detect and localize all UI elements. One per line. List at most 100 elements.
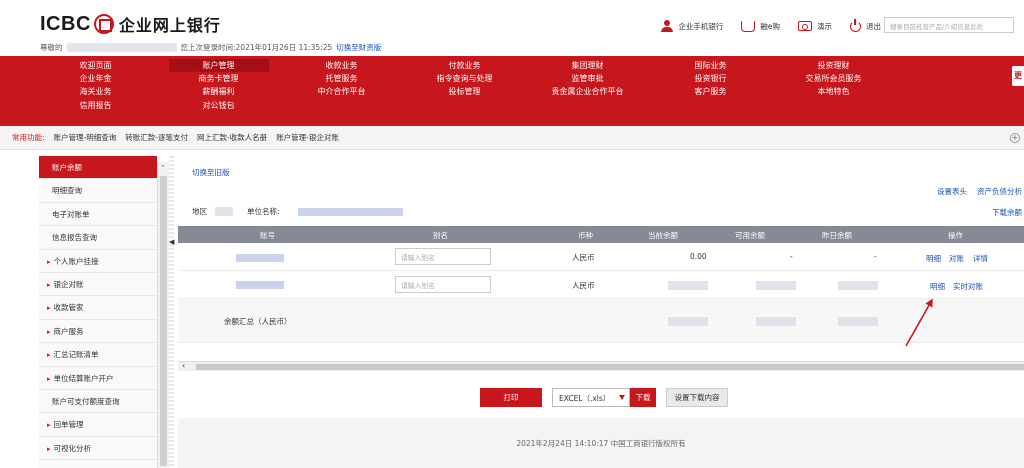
demo-link[interactable]: 演示 xyxy=(798,21,832,32)
nav-item[interactable]: 投标管理 xyxy=(403,85,526,98)
nav-item[interactable]: 国际业务 xyxy=(649,59,772,72)
details-link[interactable]: 详情 xyxy=(973,253,988,264)
nav-item[interactable]: 商务卡管理 xyxy=(157,72,280,85)
format-select[interactable]: EXCEL（.xls） xyxy=(552,388,630,407)
page-footer: 2021年2月24日 14:10:17 中国工商银行版权所有 xyxy=(178,418,1024,468)
nav-item[interactable]: 账户管理 xyxy=(168,59,269,73)
sidebar-item[interactable]: 可视化分析 xyxy=(39,436,157,461)
brand-text: ICBC xyxy=(40,12,91,35)
bank-logo[interactable]: ICBC 企业网上银行 xyxy=(40,12,221,36)
top-links: 企业手机银行 融e购 演示 退出 xyxy=(661,18,881,32)
sidebar-item[interactable]: 收款管家 xyxy=(39,296,157,320)
logout-link[interactable]: 退出 xyxy=(850,18,881,32)
yesterday-balance-redacted xyxy=(838,281,878,290)
nav-item[interactable]: 交易所会员服务 xyxy=(772,72,895,85)
total-label: 余额汇总（人民币） xyxy=(224,317,292,326)
realtime-reconcile-link[interactable]: 实时对账 xyxy=(953,281,983,292)
nav-item[interactable]: 投资理财 xyxy=(772,59,895,72)
nav-item[interactable]: 投资银行 xyxy=(649,72,772,85)
nav-item[interactable]: 海关业务 xyxy=(34,85,157,98)
nav-item[interactable]: 对公钱包 xyxy=(157,99,280,112)
nav-item[interactable]: 托管服务 xyxy=(280,72,403,85)
panel-splitter[interactable]: ◀ xyxy=(169,156,174,468)
logout-label: 退出 xyxy=(866,21,881,31)
download-button[interactable]: 下载 xyxy=(630,388,656,407)
h-scroll-thumb[interactable] xyxy=(196,364,1024,370)
currency-cell: 人民币 xyxy=(572,281,595,290)
last-login-label: 您上次登录时间: xyxy=(180,43,236,52)
search-input[interactable]: 搜索目前经营产品/介绍信息此处 xyxy=(884,17,1014,33)
add-common-icon[interactable]: + xyxy=(1010,133,1020,143)
reconcile-link[interactable]: 对账 xyxy=(949,253,964,264)
common-item-transfer[interactable]: 转账汇款-逐笔支付 xyxy=(125,132,188,143)
demo-label: 演示 xyxy=(817,21,832,31)
download-balance-link[interactable]: 下载余额 xyxy=(992,207,1022,218)
mobile-banking-label: 企业手机银行 xyxy=(678,21,724,31)
main-content: 切换至旧版 设置表头 资产负债分析 下载余额 地区 单位名称: 账号 别名 币种… xyxy=(178,156,1024,468)
nav-grid: 欢迎页面 账户管理 收款业务 付款业务 集团理财 国际业务 投资理财企业年金 商务卡管理 托管服… xyxy=(34,59,895,112)
power-icon xyxy=(850,18,861,32)
nav-more-button[interactable]: 更 xyxy=(1012,66,1024,86)
common-item-detail-query[interactable]: 账户管理-明细查询 xyxy=(54,132,117,143)
alias-input[interactable]: 请输入别名 xyxy=(395,276,491,293)
sidebar-item[interactable]: 明细查询 xyxy=(39,179,157,203)
currency-cell: 人民币 xyxy=(572,253,595,262)
switch-treasury-link[interactable]: 切换至财资版 xyxy=(336,42,381,53)
login-info: 尊敬的 您上次登录时间: 2021年01月26日 11:35:25 切换至财资版 xyxy=(40,42,381,53)
sidebar-item[interactable]: 回单管理 xyxy=(39,413,157,437)
download-settings-button[interactable]: 设置下载内容 xyxy=(666,388,728,407)
nav-item[interactable]: 薪酬福利 xyxy=(157,85,280,98)
nav-item[interactable]: 付款业务 xyxy=(403,59,526,72)
set-header-link[interactable]: 设置表头 xyxy=(937,186,967,197)
table-row: 请输入别名 人民币 明细 实时对账 xyxy=(178,271,1024,299)
nav-item[interactable]: 收款业务 xyxy=(280,59,403,72)
nav-item[interactable]: 客户服务 xyxy=(649,85,772,98)
nav-item[interactable]: 指令查询与处理 xyxy=(403,72,526,85)
common-item-payee-list[interactable]: 网上汇款-收款人名册 xyxy=(197,132,267,143)
sidebar-item[interactable]: 信息报告查询 xyxy=(39,226,157,250)
mobile-banking-link[interactable]: 企业手机银行 xyxy=(661,20,723,32)
sidebar-item[interactable]: 个人账户挂接 xyxy=(39,249,157,273)
nav-item[interactable]: 监管审批 xyxy=(526,72,649,85)
nav-item[interactable]: 本地特色 xyxy=(772,85,895,98)
common-item-reconciliation[interactable]: 账户管理-银企对账 xyxy=(276,132,339,143)
balance-table: 账号 别名 币种 当前余额 可用余额 昨日余额 操作 请输入别名 人民币 0.0… xyxy=(178,226,1024,343)
sidebar-item[interactable]: 账户余额 xyxy=(39,156,157,180)
sidebar-item[interactable]: 单位结算账户开户 xyxy=(39,366,157,390)
region-value-redacted xyxy=(215,207,233,216)
e-shop-link[interactable]: 融e购 xyxy=(741,20,780,32)
nav-item[interactable]: 欢迎页面 xyxy=(34,59,157,72)
nav-item[interactable]: 集团理财 xyxy=(526,59,649,72)
site-title: 企业网上银行 xyxy=(118,16,221,35)
switch-old-version-link[interactable]: 切换至旧版 xyxy=(192,167,230,178)
nav-item[interactable]: 信用报告 xyxy=(34,99,157,112)
sidebar-scrollbar[interactable]: ⌃ xyxy=(157,162,169,468)
print-button[interactable]: 打印 xyxy=(480,388,542,407)
sidebar-item[interactable]: 电子对账单 xyxy=(39,202,157,227)
nav-item[interactable]: 中介合作平台 xyxy=(280,85,403,98)
nav-item[interactable]: 贵金属企业合作平台 xyxy=(526,85,649,98)
alias-input[interactable]: 请输入别名 xyxy=(395,248,491,265)
current-balance-redacted xyxy=(668,281,708,290)
scroll-up-icon[interactable]: ⌃ xyxy=(160,164,166,172)
sidebar-item[interactable]: 银企对账 xyxy=(39,272,157,297)
sidebar-item[interactable]: 商户服务 xyxy=(39,319,157,344)
account-number-redacted xyxy=(236,281,284,289)
detail-link[interactable]: 明细 xyxy=(930,281,945,292)
action-bar: 打印 EXCEL（.xls） 下载 设置下载内容 xyxy=(480,388,728,407)
balance-analysis-link[interactable]: 资产负债分析 xyxy=(977,186,1022,197)
yesterday-balance-cell: - xyxy=(874,252,877,261)
col-yesterday-balance: 昨日余额 xyxy=(822,231,852,240)
greeting: 尊敬的 xyxy=(40,43,63,52)
sidebar-item[interactable]: 账户可支付额度查询 xyxy=(39,389,157,414)
sidebar-scroll-thumb[interactable] xyxy=(160,176,167,466)
nav-item[interactable]: 企业年金 xyxy=(34,72,157,85)
scroll-left-icon[interactable]: ‹ xyxy=(182,361,185,370)
page-header: ICBC 企业网上银行 尊敬的 您上次登录时间: 2021年01月26日 11:… xyxy=(0,0,1024,56)
sidebar: 账户余额明细查询电子对账单信息报告查询个人账户挂接银企对账收款管家商户服务汇总记… xyxy=(39,156,157,468)
detail-link[interactable]: 明细 xyxy=(926,253,941,264)
account-number-redacted xyxy=(236,254,284,262)
table-h-scrollbar[interactable]: ‹ xyxy=(178,361,1024,371)
sidebar-item[interactable]: 汇总记账清单 xyxy=(39,343,157,367)
collapse-arrow-icon[interactable]: ◀ xyxy=(169,238,174,246)
